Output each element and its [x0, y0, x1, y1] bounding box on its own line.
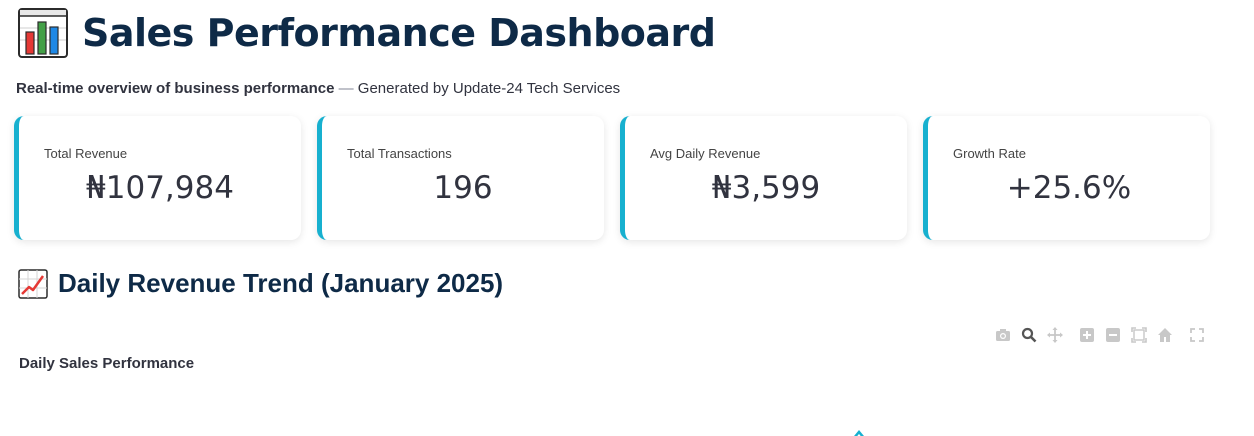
- subtitle-bold: Real-time overview of business performan…: [16, 80, 335, 97]
- zoom-in-icon[interactable]: [1078, 326, 1096, 344]
- kpi-card-total-revenue: Total Revenue ₦107,984: [14, 116, 301, 240]
- kpi-label: Total Transactions: [347, 146, 452, 161]
- chart-increasing-emoji-icon: [18, 268, 48, 299]
- subtitle-credit: Generated by Update-24 Tech Services: [357, 80, 621, 97]
- kpi-value: ₦107,984: [86, 170, 234, 206]
- fullscreen-icon[interactable]: [1188, 326, 1206, 344]
- page-header: Sales Performance Dashboard: [18, 8, 716, 58]
- section-title: Daily Revenue Trend (January 2025): [58, 268, 504, 298]
- kpi-value: +25.6%: [1006, 170, 1132, 206]
- pan-icon[interactable]: [1046, 326, 1064, 344]
- kpi-card-total-transactions: Total Transactions 196: [317, 116, 604, 240]
- autoscale-icon[interactable]: [1130, 326, 1148, 344]
- page-subtitle: Real-time overview of business performan…: [16, 80, 620, 97]
- kpi-label: Avg Daily Revenue: [650, 146, 761, 161]
- kpi-label: Growth Rate: [953, 146, 1026, 161]
- chart-plot-area[interactable]: [0, 380, 1254, 436]
- camera-icon[interactable]: [994, 326, 1012, 344]
- kpi-label: Total Revenue: [44, 146, 128, 161]
- kpi-card-avg-daily-revenue: Avg Daily Revenue ₦3,599: [620, 116, 907, 240]
- zoom-icon[interactable]: [1020, 326, 1038, 344]
- kpi-value: ₦3,599: [711, 170, 821, 206]
- zoom-out-icon[interactable]: [1104, 326, 1122, 344]
- kpi-value: 196: [433, 170, 493, 206]
- chart-title: Daily Sales Performance: [19, 355, 195, 372]
- reset-axes-icon[interactable]: [1156, 326, 1174, 344]
- section-header: Daily Revenue Trend (January 2025): [18, 268, 503, 299]
- kpi-card-growth-rate: Growth Rate +25.6%: [923, 116, 1210, 240]
- subtitle-dash: —: [338, 80, 354, 97]
- page-title: Sales Performance Dashboard: [82, 11, 716, 55]
- dashboard-page: Sales Performance Dashboard Real-time ov…: [0, 0, 1254, 436]
- bar-chart-emoji-icon: [18, 8, 68, 58]
- chart-toolbar: [994, 326, 1206, 344]
- revenue-line-segment: [854, 430, 864, 436]
